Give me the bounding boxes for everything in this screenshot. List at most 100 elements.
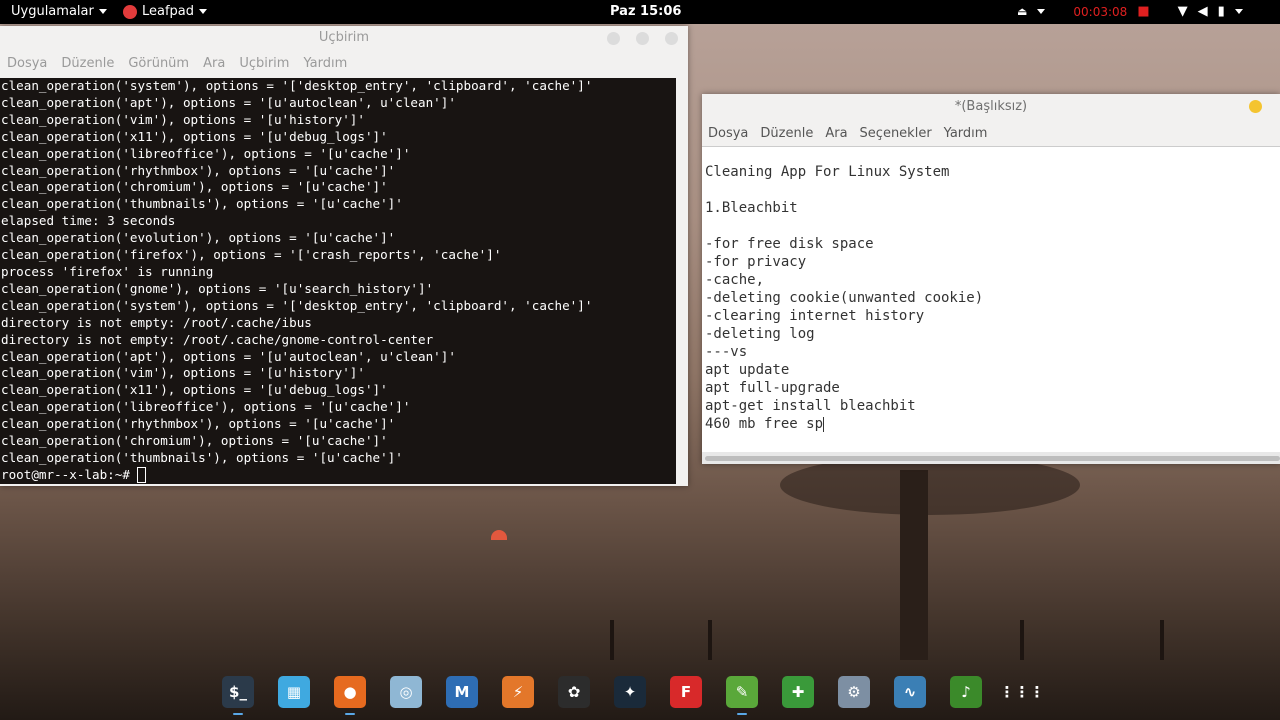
terminal-line: clean_operation('thumbnails'), options =…	[1, 196, 403, 212]
wifi-icon: ▼	[1177, 4, 1188, 19]
dock-glyph: ✦	[623, 683, 637, 701]
close-button[interactable]	[665, 32, 678, 45]
running-indicator	[345, 713, 355, 715]
terminal-cursor	[137, 467, 147, 484]
terminal-line: clean_operation('thumbnails'), options =…	[1, 449, 403, 465]
leafpad-window[interactable]: *(Başlıksız) Dosya Düzenle Ara Seçenekle…	[702, 94, 1280, 464]
scrollbar-thumb[interactable]	[705, 456, 1280, 461]
menu-item-edit[interactable]: Düzenle	[54, 56, 121, 71]
terminal-line: clean_operation('vim'), options = '[u'hi…	[1, 365, 365, 381]
burp-icon[interactable]: ⚡	[502, 676, 534, 708]
eject-icon: ⏏	[1017, 5, 1028, 18]
dock-glyph: M	[454, 683, 470, 701]
running-indicator	[233, 713, 243, 715]
text-caret	[823, 416, 825, 432]
recorder-icon: ■	[1137, 4, 1150, 19]
metasploit-icon[interactable]: M	[446, 676, 478, 708]
leafpad-icon[interactable]: ✎	[726, 676, 758, 708]
terminal-line: clean_operation('x11'), options = '[u'de…	[1, 128, 388, 144]
dock-glyph: F	[680, 683, 692, 701]
menu-item-search[interactable]: Ara	[196, 56, 232, 71]
terminal-line: clean_operation('rhythmbox'), options = …	[1, 162, 396, 178]
chevron-down-icon	[1037, 9, 1046, 14]
fence-post	[1020, 620, 1024, 660]
terminal-line: clean_operation('chromium'), options = '…	[1, 179, 388, 195]
recording-timer: 00:03:08	[1073, 4, 1128, 19]
dock-glyph: ◎	[399, 683, 413, 701]
editor-line: -for privacy	[705, 254, 807, 270]
menu-item-options[interactable]: Seçenekler	[854, 126, 938, 141]
firefox-icon[interactable]: ●	[334, 676, 366, 708]
terminal-icon[interactable]: $_	[222, 676, 254, 708]
app-grid-icon[interactable]: ⋮⋮⋮	[1000, 676, 1045, 708]
running-indicator	[737, 713, 747, 715]
editor-line: apt-get install bleachbit	[705, 398, 916, 414]
window-title: Uçbirim	[318, 30, 370, 45]
menu-item-file[interactable]: Dosya	[702, 126, 754, 141]
menu-item-terminal[interactable]: Uçbirim	[232, 56, 296, 71]
chevron-down-icon	[1234, 9, 1243, 14]
dock-glyph: ∿	[903, 683, 917, 701]
clock[interactable]: Paz 15:06	[610, 4, 681, 19]
chevron-down-icon	[199, 9, 208, 14]
files-icon[interactable]: ▦	[278, 676, 310, 708]
menu-item-file[interactable]: Dosya	[0, 56, 54, 71]
leafpad-icon	[123, 4, 137, 19]
window-title: *(Başlıksız)	[954, 99, 1028, 114]
editor-line: 460 mb free sp	[705, 416, 825, 432]
monitor-icon[interactable]: ∿	[894, 676, 926, 708]
terminal-line: clean_operation('vim'), options = '[u'hi…	[1, 111, 365, 127]
status-area[interactable]: ⏏ 00:03:08 ■ ▼ ◀ ▮	[1017, 4, 1243, 19]
desktop-tree-canopy	[780, 455, 1080, 515]
terminal-line: clean_operation('evolution'), options = …	[1, 230, 396, 246]
terminal-output[interactable]: clean_operation('system'), options = '['…	[0, 78, 677, 484]
terminal-line: clean_operation('gnome'), options = '[u'…	[1, 280, 434, 296]
menu-item-help[interactable]: Yardım	[938, 126, 994, 141]
menu-item-help[interactable]: Yardım	[296, 56, 354, 71]
faraday-icon[interactable]: F	[670, 676, 702, 708]
music-icon[interactable]: ♪	[950, 676, 982, 708]
dock-glyph: ✿	[567, 683, 581, 701]
editor-line: 1.Bleachbit	[705, 200, 798, 216]
editor-line: -clearing internet history	[705, 308, 925, 324]
menu-item-edit[interactable]: Düzenle	[754, 126, 819, 141]
editor-line: apt full-upgrade	[705, 380, 840, 396]
minimize-button[interactable]	[1249, 100, 1262, 113]
maximize-button[interactable]	[636, 32, 649, 45]
terminal-titlebar[interactable]: Uçbirim	[0, 26, 688, 50]
terminal-line: clean_operation('chromium'), options = '…	[1, 433, 388, 449]
leafpad-titlebar[interactable]: *(Başlıksız)	[702, 94, 1280, 120]
terminal-line: clean_operation('apt'), options = '[u'au…	[1, 94, 456, 110]
dock-glyph: ▦	[286, 683, 302, 701]
editor-line: -cache,	[705, 272, 765, 288]
terminal-line: clean_operation('system'), options = '['…	[1, 78, 593, 93]
dock-glyph: ⚙	[847, 683, 861, 701]
terminal-line: clean_operation('system'), options = '['…	[1, 297, 593, 313]
terminal-window[interactable]: Uçbirim Dosya Düzenle Görünüm Ara Uçbiri…	[0, 26, 688, 486]
active-app-menu[interactable]: Leafpad	[123, 4, 208, 19]
horizontal-scrollbar[interactable]	[702, 452, 1280, 464]
applications-menu[interactable]: Uygulamalar	[11, 4, 107, 19]
dock-glyph: ●	[343, 683, 357, 701]
terminal-scrollbar[interactable]	[676, 78, 688, 484]
desktop-sun	[491, 530, 507, 540]
terminal-line: clean_operation('apt'), options = '[u'au…	[1, 348, 456, 364]
text-editor[interactable]: Cleaning App For Linux System 1.Bleachbit…	[702, 146, 1280, 453]
terminal-menubar: Dosya Düzenle Görünüm Ara Uçbirim Yardım	[0, 50, 688, 76]
editor-line: -deleting cookie(unwanted cookie)	[705, 290, 984, 306]
armitage-icon[interactable]: ✿	[558, 676, 590, 708]
maltego-icon[interactable]: ✦	[614, 676, 646, 708]
editor-line: Cleaning App For Linux System	[705, 164, 950, 180]
fence-post	[610, 620, 614, 660]
cherrytree-icon[interactable]: ✚	[782, 676, 814, 708]
gear-icon[interactable]: ⚙	[838, 676, 870, 708]
battery-icon: ▮	[1217, 4, 1225, 19]
minimize-button[interactable]	[607, 32, 620, 45]
menu-item-search[interactable]: Ara	[819, 126, 853, 141]
fence-post	[708, 620, 712, 660]
settings-disc-icon[interactable]: ◎	[390, 676, 422, 708]
top-panel: Uygulamalar Leafpad Paz 15:06 ⏏ 00:03:08…	[0, 0, 1280, 24]
terminal-line: process 'firefox' is running	[1, 263, 214, 279]
dock-glyph: ✎	[735, 683, 749, 701]
menu-item-view[interactable]: Görünüm	[121, 56, 196, 71]
